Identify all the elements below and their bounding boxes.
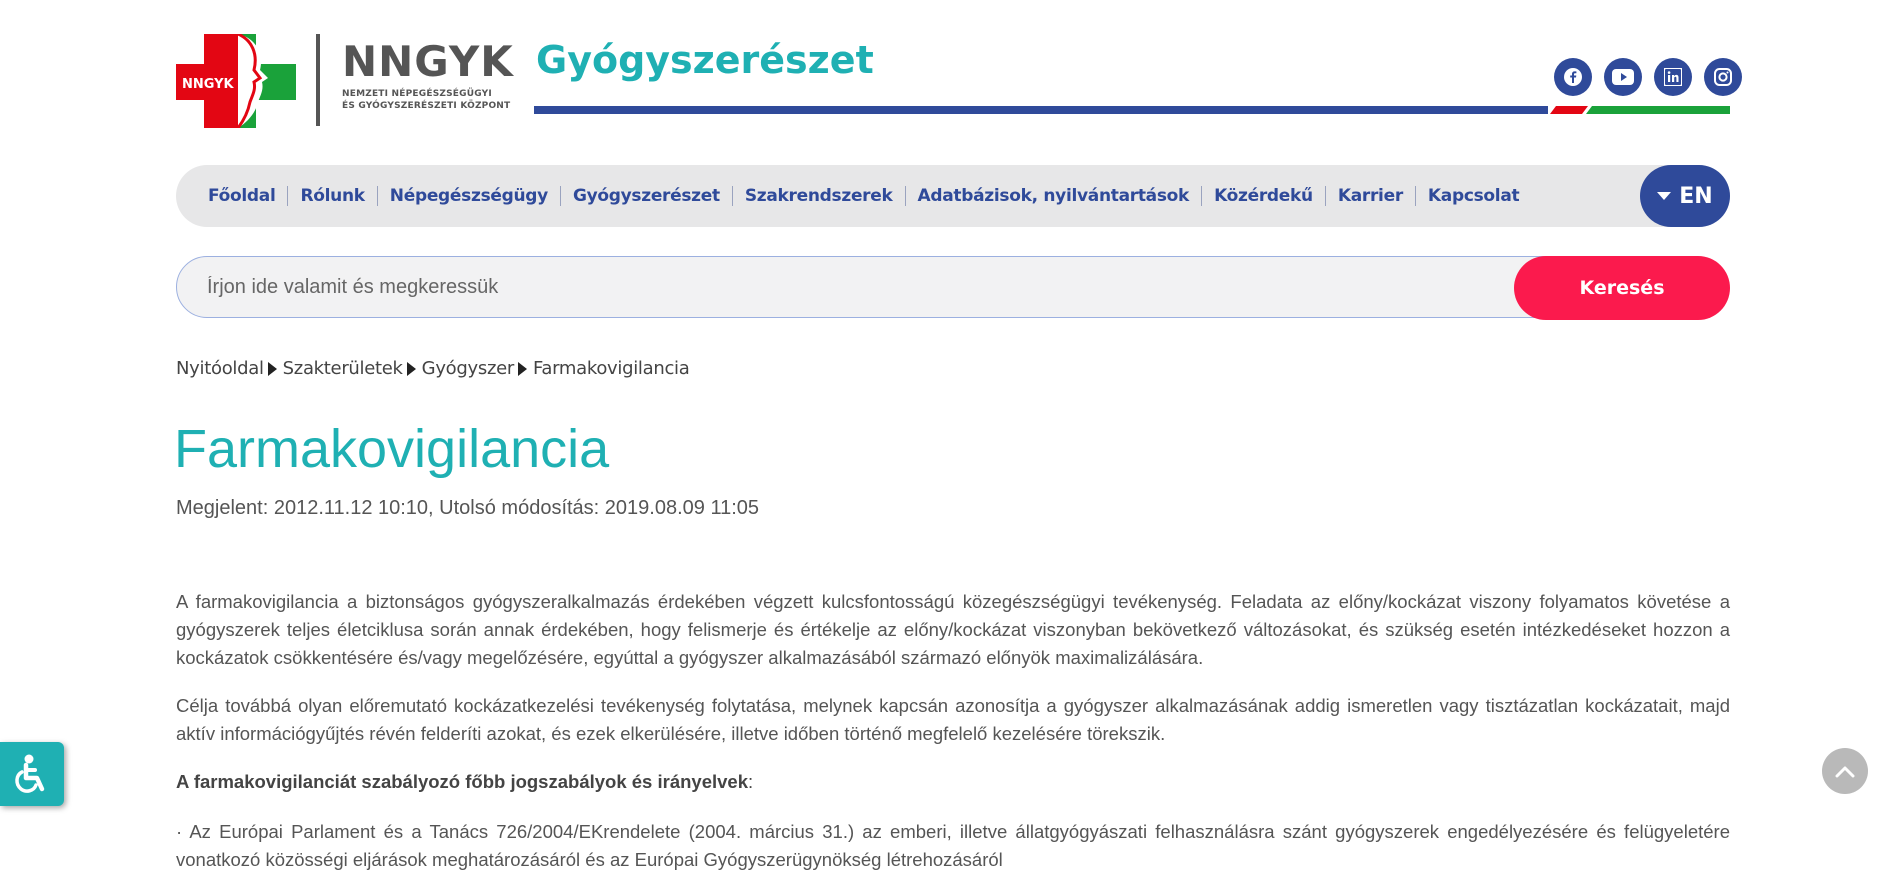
instagram-icon[interactable]: [1704, 58, 1742, 96]
linkedin-icon[interactable]: [1654, 58, 1692, 96]
search-button[interactable]: Keresés: [1514, 256, 1730, 320]
regulations-heading: A farmakovigilanciát szabályozó főbb jog…: [176, 768, 1730, 796]
youtube-icon[interactable]: [1604, 58, 1642, 96]
regulation-item: · Az Európai Parlament és a Tanács 726/2…: [176, 821, 1730, 870]
facebook-icon[interactable]: [1554, 58, 1592, 96]
main-nav: Főoldal Rólunk Népegészségügy Gyógyszeré…: [176, 165, 1730, 227]
regulations-heading-text: A farmakovigilanciát szabályozó főbb jog…: [176, 771, 748, 792]
search-input[interactable]: [176, 256, 1596, 318]
nav-item-kapcsolat[interactable]: Kapcsolat: [1414, 186, 1531, 206]
scroll-to-top-button[interactable]: [1822, 748, 1868, 794]
search-bar: Keresés: [176, 256, 1730, 320]
page-title: Farmakovigilancia: [174, 419, 610, 479]
nav-item-fooldal[interactable]: Főoldal: [208, 186, 287, 206]
nav-item-nepegeszsegugy[interactable]: Népegészségügy: [376, 186, 560, 206]
breadcrumb-separator-icon: [517, 361, 527, 376]
nav-item-gyogyszereszet[interactable]: Gyógyszerészet: [559, 186, 732, 206]
flag-stripe: [1550, 106, 1730, 114]
caret-down-icon: [1657, 192, 1672, 200]
logo-subtitle-1: NEMZETI NÉPEGÉSZSÉGÜGYI: [342, 89, 492, 99]
social-links: [1554, 58, 1742, 96]
nav-item-kozerdeku[interactable]: Közérdekű: [1201, 186, 1325, 206]
nav-item-adatbazisok[interactable]: Adatbázisok, nyilvántartások: [904, 186, 1202, 206]
logo-badge-text: NNGYK: [182, 77, 235, 92]
article-paragraph-1: A farmakovigilancia a biztonságos gyógys…: [176, 591, 1730, 668]
site-title[interactable]: Gyógyszerészet: [536, 38, 874, 82]
logo-cross-icon: NNGYK: [176, 34, 296, 128]
chevron-up-icon: [1835, 766, 1855, 778]
accessibility-icon: [15, 754, 45, 793]
article-paragraph-2: Célja továbbá olyan előremutató kockázat…: [176, 695, 1730, 744]
logo-divider: [316, 34, 320, 126]
logo-subtitle-2: ÉS GYÓGYSZERÉSZETI KÖZPONT: [342, 101, 511, 111]
regulations-heading-colon: :: [748, 771, 754, 792]
site-logo[interactable]: NNGYK NNGYK NEMZETI NÉPEGÉSZSÉGÜGYI ÉS G…: [176, 34, 536, 128]
article-meta: Megjelent: 2012.11.12 10:10, Utolsó módo…: [176, 497, 760, 519]
nav-item-rolunk[interactable]: Rólunk: [287, 186, 376, 206]
breadcrumb: Nyitóoldal Szakterületek Gyógyszer Farma…: [176, 358, 690, 379]
logo-title: NNGYK: [342, 37, 514, 86]
breadcrumb-gyogyszer[interactable]: Gyógyszer: [422, 358, 515, 379]
breadcrumb-current: Farmakovigilancia: [532, 358, 690, 379]
breadcrumb-szakteruletek[interactable]: Szakterületek: [283, 358, 403, 379]
title-underline: [534, 106, 1548, 114]
logo-text: NNGYK NEMZETI NÉPEGÉSZSÉGÜGYI ÉS GYÓGYSZ…: [342, 40, 514, 112]
breadcrumb-home[interactable]: Nyitóoldal: [176, 358, 264, 379]
nav-item-karrier[interactable]: Karrier: [1324, 186, 1415, 206]
language-switch-button[interactable]: EN: [1640, 165, 1730, 227]
accessibility-button[interactable]: [0, 742, 64, 806]
language-label: EN: [1679, 183, 1713, 209]
nav-item-szakrendszerek[interactable]: Szakrendszerek: [731, 186, 905, 206]
breadcrumb-separator-icon: [267, 361, 277, 376]
breadcrumb-separator-icon: [406, 361, 416, 376]
